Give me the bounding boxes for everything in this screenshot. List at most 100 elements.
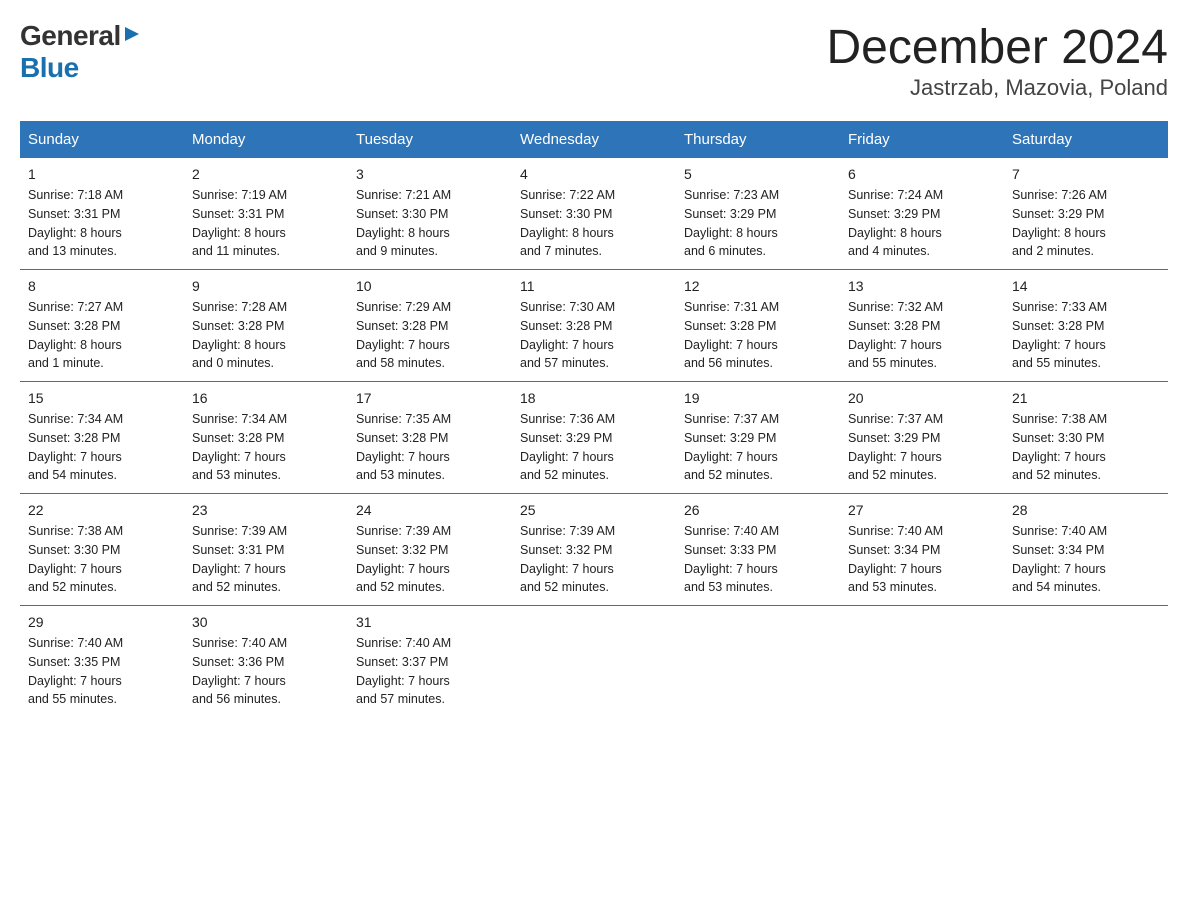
calendar-cell: 5Sunrise: 7:23 AMSunset: 3:29 PMDaylight… [676, 158, 840, 270]
day-number: 14 [1012, 278, 1160, 294]
calendar-cell: 9 Sunrise: 7:28 AMSunset: 3:28 PMDaylight… [184, 270, 348, 382]
calendar-cell: 22 Sunrise: 7:38 AMSunset: 3:30 PMDayligh… [20, 494, 184, 606]
calendar-cell: 3 Sunrise: 7:21 AMSunset: 3:30 PMDaylight… [348, 158, 512, 270]
calendar-cell: 29 Sunrise: 7:40 AMSunset: 3:35 PMDayligh… [20, 606, 184, 718]
day-info: Sunrise: 7:22 AMSunset: 3:30 PMDaylight:… [520, 186, 668, 261]
day-number: 1 [28, 166, 176, 182]
calendar-cell: 12 Sunrise: 7:31 AMSunset: 3:28 PMDayligh… [676, 270, 840, 382]
day-info: Sunrise: 7:36 AMSunset: 3:29 PMDaylight:… [520, 410, 668, 485]
calendar-table: SundayMondayTuesdayWednesdayThursdayFrid… [20, 121, 1168, 717]
week-row-3: 15 Sunrise: 7:34 AMSunset: 3:28 PMDayligh… [20, 382, 1168, 494]
day-number: 5 [684, 166, 832, 182]
day-number: 4 [520, 166, 668, 182]
day-number: 8 [28, 278, 176, 294]
day-number: 30 [192, 614, 340, 630]
header-cell-sunday: Sunday [20, 121, 184, 158]
calendar-body: 1 Sunrise: 7:18 AMSunset: 3:31 PMDaylight… [20, 158, 1168, 717]
header-cell-tuesday: Tuesday [348, 121, 512, 158]
week-row-2: 8Sunrise: 7:27 AMSunset: 3:28 PMDaylight… [20, 270, 1168, 382]
calendar-cell: 6 Sunrise: 7:24 AMSunset: 3:29 PMDaylight… [840, 158, 1004, 270]
day-info: Sunrise: 7:40 AMSunset: 3:33 PMDaylight:… [684, 522, 832, 597]
day-info: Sunrise: 7:35 AMSunset: 3:28 PMDaylight:… [356, 410, 504, 485]
calendar-cell [1004, 606, 1168, 718]
day-number: 25 [520, 502, 668, 518]
day-number: 3 [356, 166, 504, 182]
calendar-cell: 26 Sunrise: 7:40 AMSunset: 3:33 PMDayligh… [676, 494, 840, 606]
day-info: Sunrise: 7:40 AMSunset: 3:35 PMDaylight:… [28, 634, 176, 709]
day-info: Sunrise: 7:38 AMSunset: 3:30 PMDaylight:… [28, 522, 176, 597]
day-number: 20 [848, 390, 996, 406]
calendar-cell: 24 Sunrise: 7:39 AMSunset: 3:32 PMDayligh… [348, 494, 512, 606]
day-number: 23 [192, 502, 340, 518]
day-info: Sunrise: 7:37 AMSunset: 3:29 PMDaylight:… [684, 410, 832, 485]
logo-blue-text: Blue [20, 52, 79, 84]
day-info: Sunrise: 7:33 AMSunset: 3:28 PMDaylight:… [1012, 298, 1160, 373]
day-number: 2 [192, 166, 340, 182]
header-row: SundayMondayTuesdayWednesdayThursdayFrid… [20, 121, 1168, 158]
calendar-cell: 23 Sunrise: 7:39 AMSunset: 3:31 PMDayligh… [184, 494, 348, 606]
logo: General Blue [20, 20, 141, 84]
day-number: 18 [520, 390, 668, 406]
day-info: Sunrise: 7:40 AMSunset: 3:37 PMDaylight:… [356, 634, 504, 709]
day-info: Sunrise: 7:24 AMSunset: 3:29 PMDaylight:… [848, 186, 996, 261]
calendar-cell: 2 Sunrise: 7:19 AMSunset: 3:31 PMDaylight… [184, 158, 348, 270]
day-number: 17 [356, 390, 504, 406]
calendar-cell: 10Sunrise: 7:29 AMSunset: 3:28 PMDayligh… [348, 270, 512, 382]
calendar-cell [840, 606, 1004, 718]
day-info: Sunrise: 7:40 AMSunset: 3:36 PMDaylight:… [192, 634, 340, 709]
calendar-cell: 16 Sunrise: 7:34 AMSunset: 3:28 PMDayligh… [184, 382, 348, 494]
day-number: 10 [356, 278, 504, 294]
day-number: 15 [28, 390, 176, 406]
calendar-cell: 14 Sunrise: 7:33 AMSunset: 3:28 PMDayligh… [1004, 270, 1168, 382]
day-number: 9 [192, 278, 340, 294]
day-info: Sunrise: 7:32 AMSunset: 3:28 PMDaylight:… [848, 298, 996, 373]
day-number: 29 [28, 614, 176, 630]
day-number: 31 [356, 614, 504, 630]
calendar-cell [676, 606, 840, 718]
page-header: General Blue December 2024 Jastrzab, Maz… [20, 20, 1168, 101]
calendar-cell: 7Sunrise: 7:26 AMSunset: 3:29 PMDaylight… [1004, 158, 1168, 270]
day-info: Sunrise: 7:19 AMSunset: 3:31 PMDaylight:… [192, 186, 340, 261]
day-info: Sunrise: 7:18 AMSunset: 3:31 PMDaylight:… [28, 186, 176, 261]
day-info: Sunrise: 7:26 AMSunset: 3:29 PMDaylight:… [1012, 186, 1160, 261]
calendar-cell: 1 Sunrise: 7:18 AMSunset: 3:31 PMDaylight… [20, 158, 184, 270]
calendar-cell: 4 Sunrise: 7:22 AMSunset: 3:30 PMDaylight… [512, 158, 676, 270]
header-cell-saturday: Saturday [1004, 121, 1168, 158]
calendar-header: SundayMondayTuesdayWednesdayThursdayFrid… [20, 121, 1168, 158]
day-info: Sunrise: 7:34 AMSunset: 3:28 PMDaylight:… [28, 410, 176, 485]
calendar-title: December 2024 [826, 20, 1168, 75]
calendar-cell: 27Sunrise: 7:40 AMSunset: 3:34 PMDayligh… [840, 494, 1004, 606]
calendar-cell: 31 Sunrise: 7:40 AMSunset: 3:37 PMDayligh… [348, 606, 512, 718]
day-number: 16 [192, 390, 340, 406]
day-number: 11 [520, 278, 668, 294]
day-info: Sunrise: 7:31 AMSunset: 3:28 PMDaylight:… [684, 298, 832, 373]
day-info: Sunrise: 7:39 AMSunset: 3:32 PMDaylight:… [520, 522, 668, 597]
day-number: 21 [1012, 390, 1160, 406]
day-info: Sunrise: 7:21 AMSunset: 3:30 PMDaylight:… [356, 186, 504, 261]
day-info: Sunrise: 7:28 AMSunset: 3:28 PMDaylight:… [192, 298, 340, 373]
week-row-4: 22 Sunrise: 7:38 AMSunset: 3:30 PMDayligh… [20, 494, 1168, 606]
day-number: 12 [684, 278, 832, 294]
calendar-cell: 28Sunrise: 7:40 AMSunset: 3:34 PMDayligh… [1004, 494, 1168, 606]
header-cell-monday: Monday [184, 121, 348, 158]
title-area: December 2024 Jastrzab, Mazovia, Poland [826, 20, 1168, 101]
logo-general-text: General [20, 20, 121, 52]
day-info: Sunrise: 7:39 AMSunset: 3:32 PMDaylight:… [356, 522, 504, 597]
header-cell-thursday: Thursday [676, 121, 840, 158]
day-number: 19 [684, 390, 832, 406]
day-number: 26 [684, 502, 832, 518]
day-number: 22 [28, 502, 176, 518]
calendar-subtitle: Jastrzab, Mazovia, Poland [826, 75, 1168, 101]
day-number: 28 [1012, 502, 1160, 518]
day-info: Sunrise: 7:39 AMSunset: 3:31 PMDaylight:… [192, 522, 340, 597]
calendar-cell: 18 Sunrise: 7:36 AMSunset: 3:29 PMDayligh… [512, 382, 676, 494]
day-number: 24 [356, 502, 504, 518]
day-number: 6 [848, 166, 996, 182]
day-info: Sunrise: 7:34 AMSunset: 3:28 PMDaylight:… [192, 410, 340, 485]
day-info: Sunrise: 7:40 AMSunset: 3:34 PMDaylight:… [848, 522, 996, 597]
header-cell-wednesday: Wednesday [512, 121, 676, 158]
calendar-cell: 30 Sunrise: 7:40 AMSunset: 3:36 PMDayligh… [184, 606, 348, 718]
week-row-5: 29 Sunrise: 7:40 AMSunset: 3:35 PMDayligh… [20, 606, 1168, 718]
day-info: Sunrise: 7:37 AMSunset: 3:29 PMDaylight:… [848, 410, 996, 485]
day-info: Sunrise: 7:38 AMSunset: 3:30 PMDaylight:… [1012, 410, 1160, 485]
